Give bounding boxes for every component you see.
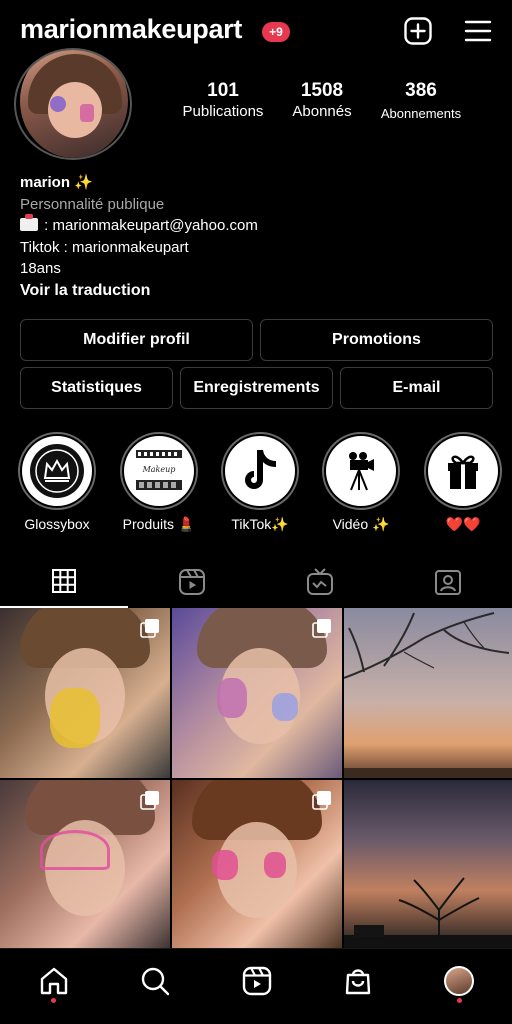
insights-button[interactable]: Statistiques — [20, 367, 173, 409]
highlight-produits[interactable]: Makeup Produits 💄 — [120, 432, 198, 533]
add-post-icon[interactable] — [403, 16, 433, 46]
tab-reels[interactable] — [128, 556, 256, 608]
followers-label: Abonnés — [292, 103, 352, 120]
profile-photo — [20, 50, 128, 158]
profile-avatar — [444, 966, 474, 996]
following-count: 386 — [405, 80, 437, 101]
post-thumbnail[interactable] — [0, 608, 170, 778]
highlight-hearts[interactable]: ❤️❤️ — [424, 432, 502, 533]
post-thumbnail[interactable] — [172, 608, 342, 778]
nav-home[interactable] — [36, 963, 72, 999]
stat-posts[interactable]: 101 Publications — [176, 80, 270, 120]
highlight-tiktok[interactable]: TikTok✨ — [221, 432, 299, 533]
stat-followers[interactable]: 1508 Abonnés — [285, 80, 359, 120]
highlight-label: TikTok✨ — [231, 516, 289, 532]
highlight-label: ❤️❤️ — [445, 516, 481, 532]
nav-reels[interactable] — [239, 963, 275, 999]
post-grid — [0, 608, 512, 950]
nav-shop[interactable] — [340, 963, 376, 999]
bio-tiktok-line: Tiktok : marionmakeupart — [20, 238, 189, 256]
tab-grid[interactable] — [0, 556, 128, 608]
profile-notification-dot — [457, 998, 462, 1003]
email-button[interactable]: E-mail — [340, 367, 493, 409]
post-thumbnail[interactable] — [0, 780, 170, 950]
edit-profile-button[interactable]: Modifier profil — [20, 319, 253, 361]
search-icon — [141, 967, 170, 996]
video-camera-icon — [349, 452, 374, 491]
username-title[interactable]: marionmakeupart — [20, 14, 242, 45]
promotions-button[interactable]: Promotions — [260, 319, 493, 361]
nav-profile[interactable] — [441, 963, 477, 999]
profile-avatar[interactable] — [14, 48, 132, 160]
tiktok-icon — [245, 450, 276, 489]
reels-icon — [179, 569, 205, 595]
nav-search[interactable] — [137, 963, 173, 999]
bio-age-line: 18ans — [20, 260, 61, 277]
home-notification-dot — [51, 998, 56, 1003]
stat-following[interactable]: 386 Abonnements — [372, 80, 470, 121]
notification-badge[interactable]: +9 — [262, 22, 290, 42]
account-category: Personnalité publique — [20, 195, 165, 213]
menu-icon[interactable] — [463, 16, 493, 46]
bio-email-text: : marionmakeupart@yahoo.com — [44, 217, 258, 234]
gift-icon — [448, 455, 478, 489]
highlight-video[interactable]: Vidéo ✨ — [322, 432, 400, 533]
profile-bio: marion ✨ Personnalité publique : marionm… — [20, 172, 490, 301]
followers-count: 1508 — [300, 80, 344, 101]
tab-igtv[interactable] — [256, 556, 384, 608]
grid-icon — [52, 569, 76, 593]
svg-text:Makeup: Makeup — [142, 465, 176, 474]
highlight-glossybox[interactable]: Glossybox — [18, 432, 96, 532]
multi-photo-icon — [312, 791, 331, 810]
mail-emoji-icon — [20, 214, 38, 231]
multi-photo-icon — [140, 791, 159, 810]
posts-count: 101 — [207, 80, 239, 101]
profile-tabs — [0, 556, 512, 608]
tab-tagged[interactable] — [384, 556, 512, 608]
tagged-icon — [435, 570, 461, 595]
posts-label: Publications — [182, 103, 264, 120]
multi-photo-icon — [312, 619, 331, 638]
following-label: Abonnements — [380, 106, 462, 121]
bottom-navigation — [0, 948, 512, 1024]
saved-button[interactable]: Enregistrements — [180, 367, 333, 409]
reels-icon — [242, 966, 272, 996]
crown-logo-icon — [30, 444, 84, 498]
home-icon — [40, 967, 68, 995]
post-thumbnail[interactable] — [172, 780, 342, 950]
see-translation-link[interactable]: Voir la traduction — [20, 280, 490, 302]
highlight-label: Vidéo ✨ — [332, 516, 390, 532]
igtv-icon — [307, 568, 333, 595]
post-thumbnail[interactable] — [344, 608, 512, 778]
multi-photo-icon — [140, 619, 159, 638]
shop-icon — [345, 969, 371, 995]
display-name: marion ✨ — [20, 174, 93, 191]
highlight-label: Produits 💄 — [122, 516, 196, 532]
makeup-shelf-icon: Makeup — [136, 450, 182, 490]
highlight-label: Glossybox — [24, 516, 90, 532]
bio-email-line[interactable]: : marionmakeupart@yahoo.com — [20, 214, 490, 237]
post-thumbnail[interactable] — [344, 780, 512, 950]
